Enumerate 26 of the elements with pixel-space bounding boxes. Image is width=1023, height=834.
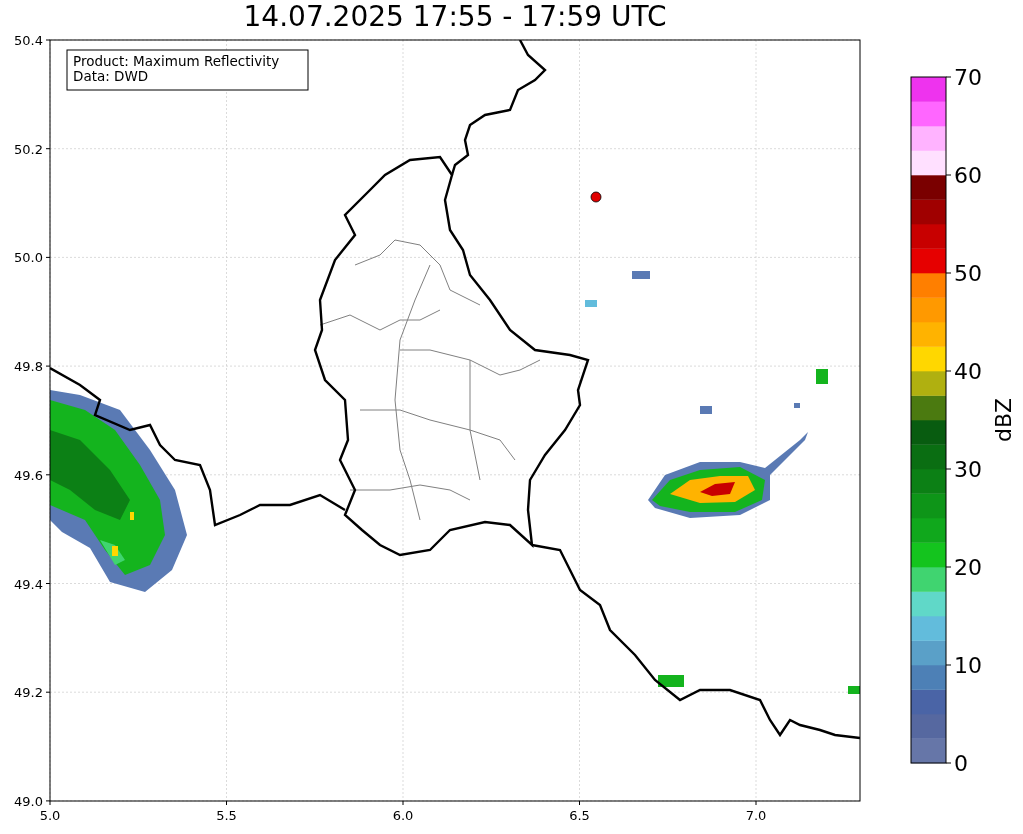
location-marker-icon: [590, 191, 602, 203]
x-tick-label: 7.0: [745, 808, 767, 823]
x-tick-label: 5.0: [39, 808, 61, 823]
x-tick-label: 6.0: [392, 808, 414, 823]
colorbar-tick-label: 10: [954, 653, 982, 678]
x-tick-label: 5.5: [216, 808, 237, 823]
info-text: Data: DWD: [73, 68, 149, 84]
y-tick-label: 49.2: [14, 685, 43, 701]
chart-title: 14.07.2025 17:55 - 17:59 UTC: [242, 0, 668, 32]
colorbar-tick-label: 70: [954, 65, 982, 90]
colorbar-tick-label: 50: [954, 261, 982, 286]
y-tick-label: 50.4: [14, 33, 43, 48]
y-tick-label: 49.6: [14, 467, 43, 483]
y-tick-label: 49.0: [14, 793, 43, 809]
y-tick-label: 50.2: [14, 141, 43, 157]
colorbar-tick-label: 30: [954, 457, 982, 482]
y-tick-label: 49.8: [14, 359, 43, 375]
colorbar-label: dBZ: [991, 397, 1016, 443]
colorbar-tick-label: 40: [954, 359, 982, 384]
y-tick-label: 49.4: [14, 576, 43, 592]
colorbar-tick-label: 20: [954, 555, 982, 580]
colorbar-tick-label: 0: [954, 751, 968, 776]
info-text: Product: Maximum Reflectivity: [73, 53, 280, 69]
colorbar-tick-label: 60: [954, 163, 982, 188]
y-tick-label: 50.0: [14, 250, 43, 266]
x-tick-label: 6.5: [569, 808, 590, 823]
